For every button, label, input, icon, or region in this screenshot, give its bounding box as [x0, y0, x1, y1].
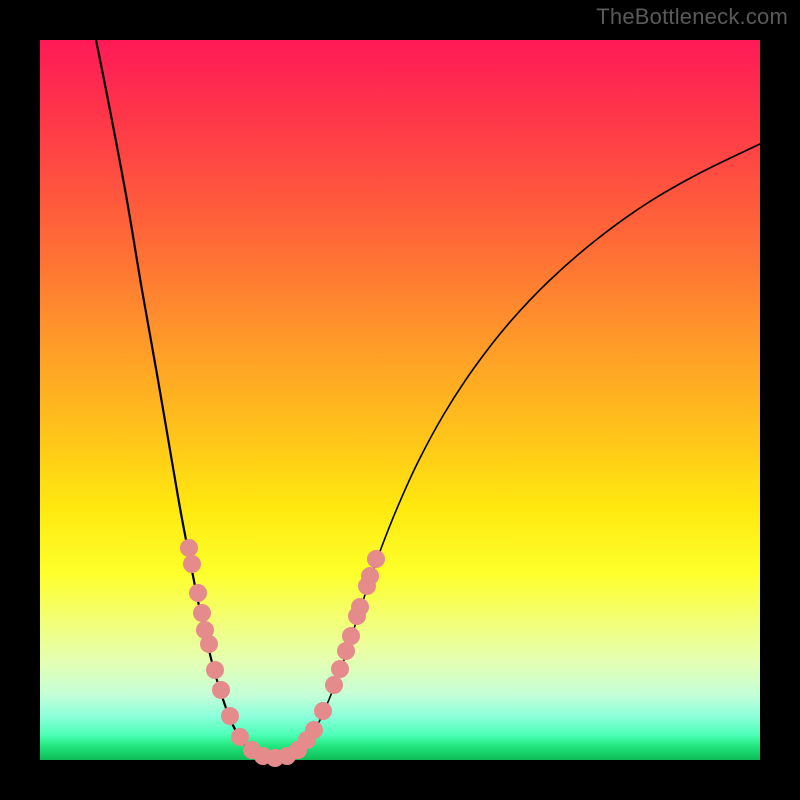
scatter-dot — [325, 676, 343, 694]
watermark-text: TheBottleneck.com — [596, 4, 788, 30]
scatter-dot — [342, 627, 360, 645]
scatter-dot — [193, 604, 211, 622]
scatter-dot — [367, 550, 385, 568]
scatter-dot — [212, 681, 230, 699]
scatter-dot — [200, 635, 218, 653]
scatter-dot — [183, 555, 201, 573]
scatter-dot — [351, 598, 369, 616]
scatter-dot — [221, 707, 239, 725]
chart-plot-area — [40, 40, 760, 760]
scatter-dot — [305, 721, 323, 739]
chart-svg — [40, 40, 760, 760]
scatter-dot — [180, 539, 198, 557]
scatter-dot — [189, 584, 207, 602]
left-branch-curve — [90, 10, 275, 760]
scatter-dot — [331, 660, 349, 678]
scatter-dot — [206, 661, 224, 679]
scatter-dot — [361, 567, 379, 585]
scatter-dot — [314, 702, 332, 720]
